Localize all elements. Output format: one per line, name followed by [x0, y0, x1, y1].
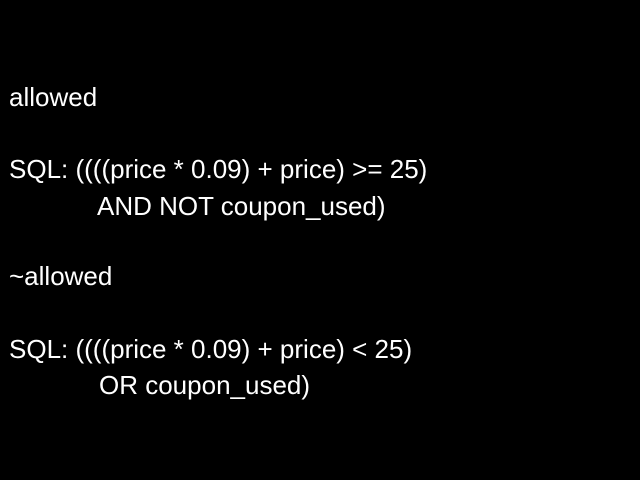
not-allowed-heading: ~allowed — [9, 261, 113, 291]
not-allowed-sql-line-1: SQL: ((((price * 0.09) + price) < 25) — [9, 334, 413, 364]
not-allowed-sql-line-2: OR coupon_used) — [99, 370, 311, 400]
allowed-sql-line-2: AND NOT coupon_used) — [97, 191, 386, 221]
slide: allowed SQL: ((((price * 0.09) + price) … — [0, 0, 640, 480]
allowed-heading: allowed — [9, 82, 98, 112]
allowed-sql-line-1: SQL: ((((price * 0.09) + price) >= 25) — [9, 154, 428, 184]
